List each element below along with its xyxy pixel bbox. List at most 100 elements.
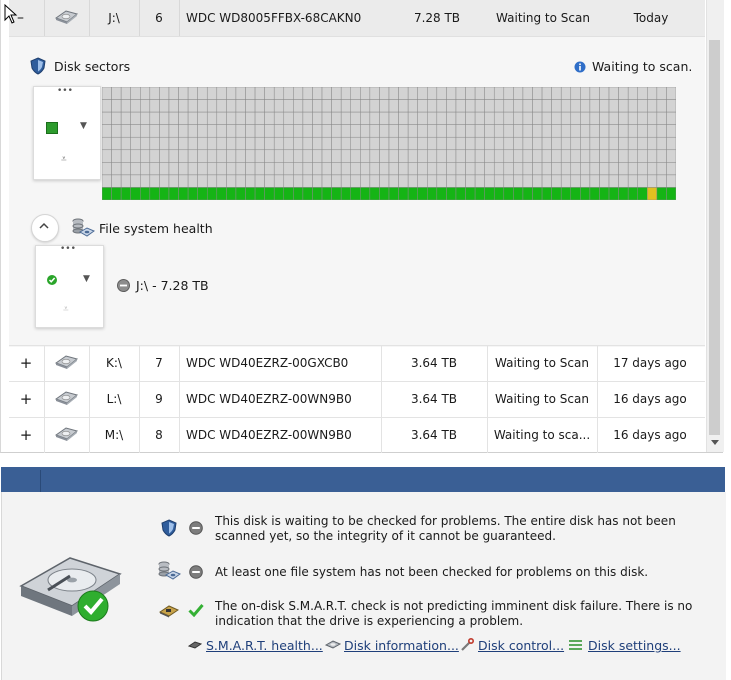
sector-block: [312, 87, 323, 100]
sector-block: [379, 136, 390, 151]
sector-block: [436, 111, 447, 125]
disk-list-panel: – J:\ 6 WDC WD8005FFBX-68CAKN0 7.28 TB W…: [0, 0, 724, 453]
legend-filter-button[interactable]: ⩡: [61, 154, 67, 165]
sector-scan-status: Waiting to scan.: [592, 59, 693, 74]
sector-block: [388, 162, 399, 176]
sector-block: [159, 87, 170, 100]
sector-block: [474, 87, 485, 100]
sector-block: [589, 149, 600, 163]
sector-block-scanned: [436, 187, 447, 200]
fs-more-options-button[interactable]: •••: [60, 244, 76, 254]
sector-block: [599, 174, 610, 188]
sector-block: [513, 174, 524, 188]
sector-block-scanned: [541, 187, 552, 200]
sector-block: [159, 149, 170, 163]
scrollbar-thumb[interactable]: [709, 40, 720, 435]
expand-button[interactable]: +: [16, 417, 36, 453]
sector-block: [379, 111, 390, 125]
sector-block-scanned: [216, 187, 227, 200]
sector-block: [580, 149, 591, 163]
sector-block: [159, 136, 170, 151]
sector-block: [187, 99, 198, 113]
sector-block: [264, 124, 275, 138]
sector-block: [130, 111, 141, 125]
vertical-scrollbar[interactable]: [706, 0, 724, 452]
sector-block-scanned: [493, 187, 505, 200]
sector-block: [206, 149, 218, 163]
disk-row-j[interactable]: – J:\ 6 WDC WD8005FFBX-68CAKN0 7.28 TB W…: [9, 0, 705, 36]
sector-block: [570, 162, 581, 176]
fs-filter-button[interactable]: ⩡: [63, 304, 69, 315]
expand-button[interactable]: +: [16, 381, 36, 417]
sector-block: [493, 149, 505, 163]
sector-block: [532, 111, 543, 125]
sector-block: [235, 174, 246, 188]
sector-block: [465, 162, 476, 176]
drive-letter: M:\: [104, 428, 124, 442]
sector-block: [350, 124, 361, 138]
sector-block: [331, 87, 342, 100]
sector-block: [111, 174, 122, 188]
sector-block: [178, 136, 189, 151]
disk-row-k[interactable]: + K:\ 7 WDC WD40EZRZ-00GXCB0 3.64 TB Wai…: [9, 345, 705, 381]
sector-block: [407, 149, 418, 163]
disk-row-m[interactable]: + M:\ 8 WDC WD40EZRZ-00WN9B0 3.64 TB Wai…: [9, 417, 705, 453]
disk-control-link[interactable]: Disk control...: [478, 638, 564, 653]
sector-block: [245, 174, 256, 188]
sector-block: [551, 174, 562, 188]
sector-block-scanned: [321, 187, 332, 200]
volume-label[interactable]: J:\ - 7.28 TB: [136, 278, 209, 293]
legend-swatch-icon[interactable]: [46, 122, 58, 134]
sector-block-scanned: [560, 187, 572, 200]
smart-health-link[interactable]: S.M.A.R.T. health...: [206, 638, 323, 653]
smart-check-message: The on-disk S.M.A.R.T. check is not pred…: [215, 599, 693, 628]
sector-block: [522, 124, 533, 138]
sector-block: [599, 136, 610, 151]
sector-block: [369, 136, 380, 151]
sector-block: [627, 174, 638, 188]
sector-block: [360, 162, 371, 176]
expand-button[interactable]: +: [16, 345, 36, 381]
disk-size: 7.28 TB: [413, 11, 461, 25]
sector-block: [360, 174, 371, 188]
sector-block: [618, 99, 629, 113]
sector-block: [589, 174, 600, 188]
sector-block: [331, 174, 342, 188]
scan-status: Waiting to Scan: [495, 356, 589, 370]
sector-block: [120, 111, 131, 125]
sector-block: [503, 162, 514, 176]
sector-block: [446, 162, 457, 176]
scan-status: Waiting to Scan: [496, 11, 590, 25]
sector-block: [312, 149, 323, 163]
disk-row-l[interactable]: + L:\ 9 WDC WD40EZRZ-00WN9B0 3.64 TB Wai…: [9, 381, 705, 417]
disk-settings-link[interactable]: Disk settings...: [588, 638, 681, 653]
disk-information-link[interactable]: Disk information...: [344, 638, 459, 653]
more-options-button[interactable]: •••: [57, 86, 73, 96]
legend-dropdown-button[interactable]: ▼: [80, 121, 87, 131]
sector-block: [417, 174, 428, 188]
sector-block: [503, 124, 514, 138]
sector-block: [618, 174, 629, 188]
sector-block: [226, 136, 237, 151]
fs-dropdown-button[interactable]: ▼: [83, 274, 90, 284]
sector-block: [264, 99, 275, 113]
sector-block: [350, 99, 361, 113]
sector-block: [532, 136, 543, 151]
sector-block: [417, 111, 428, 125]
sector-block: [264, 87, 275, 100]
settings-list-icon: [569, 640, 582, 650]
sector-block: [455, 174, 466, 188]
sector-block: [111, 99, 122, 113]
sector-block: [331, 149, 342, 163]
sector-block-scanned: [580, 187, 591, 200]
sector-block: [388, 99, 399, 113]
sector-block: [111, 87, 122, 100]
scroll-down-icon[interactable]: [711, 440, 719, 446]
sector-block: [216, 174, 227, 188]
fs-ok-icon[interactable]: [46, 274, 58, 286]
sector-block: [522, 111, 533, 125]
sector-block: [264, 162, 275, 176]
sector-block: [321, 162, 332, 176]
collapse-button[interactable]: –: [17, 0, 37, 36]
sector-block: [560, 149, 572, 163]
